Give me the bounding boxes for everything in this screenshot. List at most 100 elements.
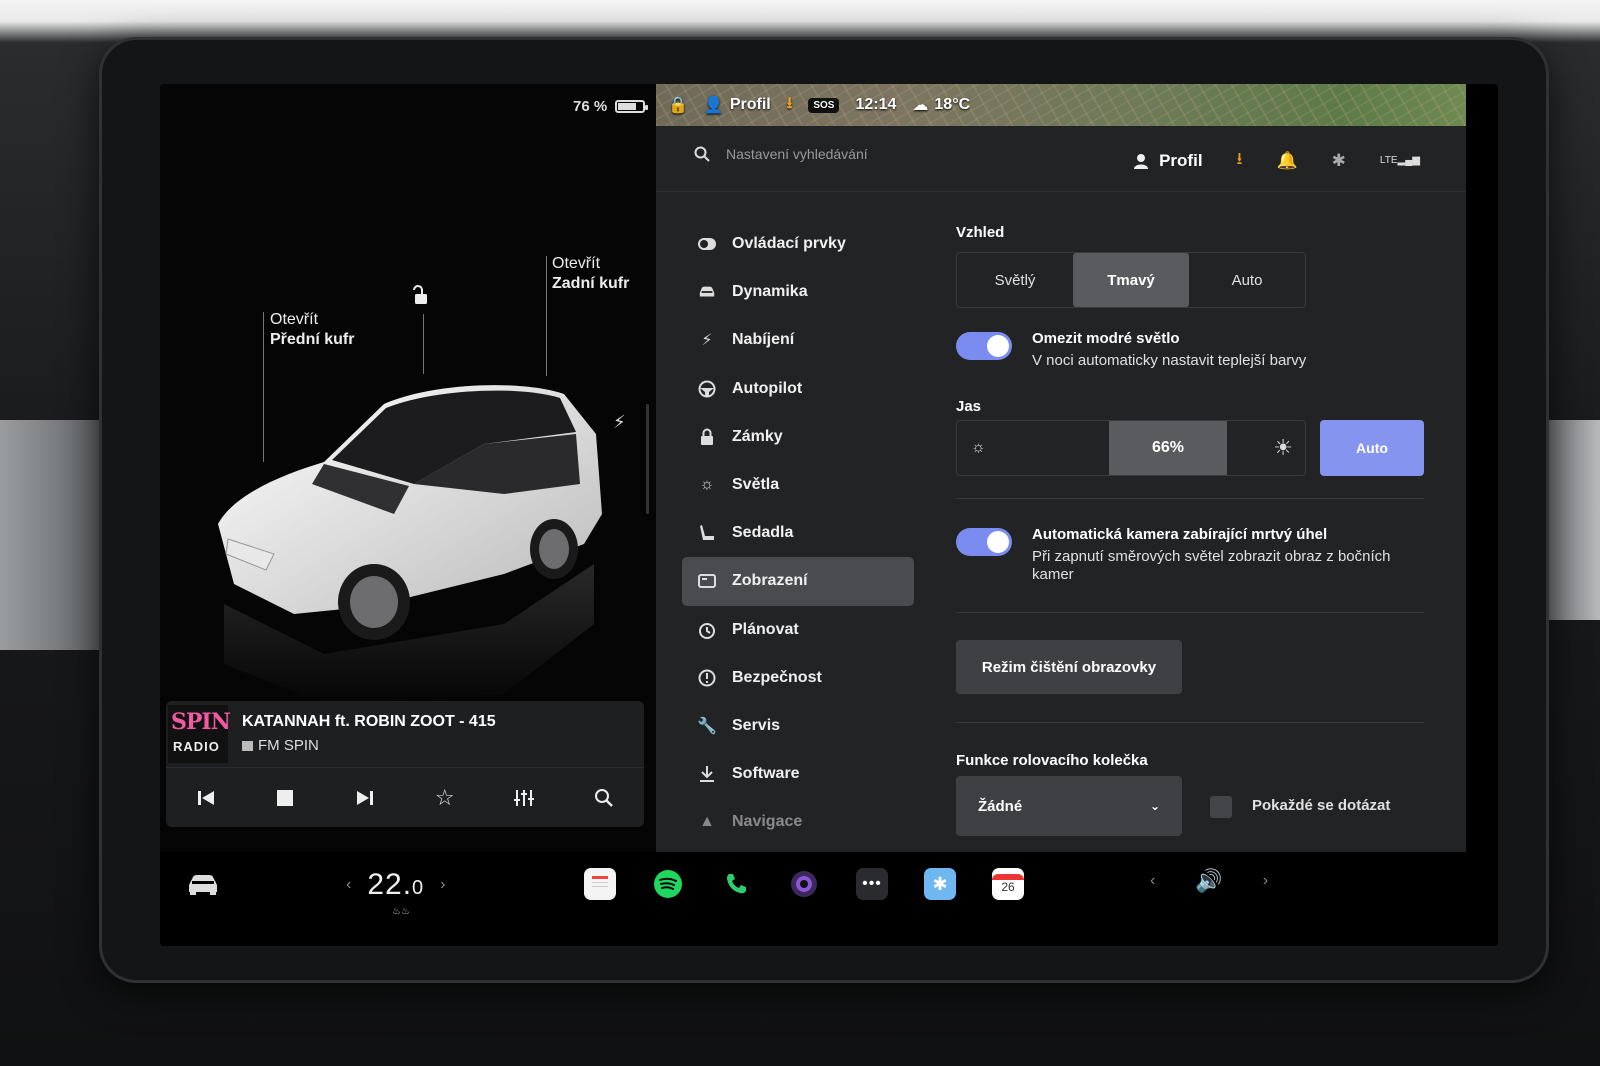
more-icon[interactable]: ••• xyxy=(856,868,888,900)
brightness-slider[interactable]: ☼ 66% ☀ xyxy=(956,420,1306,476)
alarm-icon xyxy=(698,621,716,639)
brightness-auto-button[interactable]: Auto xyxy=(1320,420,1424,476)
front-trunk-callout[interactable]: Otevřít Přední kufr xyxy=(270,310,354,350)
scroll-wheel-value: Žádné xyxy=(978,797,1023,815)
divider xyxy=(956,722,1424,723)
profile-status[interactable]: 👤 Profil xyxy=(704,95,771,115)
nav-item-dynamics[interactable]: Dynamika xyxy=(682,268,914,316)
rear-trunk-callout[interactable]: Otevřít Zadní kufr xyxy=(552,254,629,294)
clock: 12:14 xyxy=(855,96,897,113)
equalizer-icon[interactable] xyxy=(508,782,540,814)
battery-status: 76 % xyxy=(573,98,649,115)
nav-item-safety[interactable]: Bezpečnost xyxy=(682,654,914,702)
stop-icon[interactable] xyxy=(269,782,301,814)
nav-label-schedule: Plánovat xyxy=(732,620,799,638)
chevron-down-icon: ⌄ xyxy=(1149,799,1160,813)
phone-icon[interactable] xyxy=(720,868,752,900)
media-search-icon[interactable] xyxy=(588,782,620,814)
nav-item-display[interactable]: Zobrazení xyxy=(682,557,914,606)
lte-signal-icon: LTE▂▄▆ xyxy=(1379,155,1420,166)
notes-icon[interactable] xyxy=(584,868,616,900)
car-controls-icon[interactable] xyxy=(186,872,220,896)
bell-icon[interactable]: 🔔 xyxy=(1277,151,1298,171)
nav-item-locks[interactable]: Zámky xyxy=(682,413,914,461)
nav-label-autopilot: Autopilot xyxy=(732,379,803,397)
toggle-icon xyxy=(698,235,716,253)
download-icon[interactable]: ⭳ xyxy=(1237,146,1243,175)
climate-temperature: ‹ 22.0 › xyxy=(346,868,446,902)
ask-every-time-checkbox[interactable] xyxy=(1210,796,1232,818)
blindspot-camera-title: Automatická kamera zabírající mrtvý úhel xyxy=(1032,526,1328,543)
appearance-light-option[interactable]: Světlý xyxy=(957,253,1073,307)
volume-down-icon[interactable]: ‹ xyxy=(1150,872,1155,890)
background-left xyxy=(0,420,110,650)
camera-icon[interactable] xyxy=(788,868,820,900)
nav-item-charging[interactable]: ⚡ Nabíjení xyxy=(682,316,914,364)
previous-track-icon[interactable] xyxy=(190,782,222,814)
blue-light-toggle[interactable] xyxy=(956,332,1012,360)
lock-status-icon[interactable]: 🔒 xyxy=(668,95,688,115)
nav-label-lights: Světla xyxy=(732,476,780,494)
station-name: FM SPIN xyxy=(242,737,319,754)
seat-heater-icon[interactable]: ♨♨ xyxy=(392,906,410,917)
screen-clean-mode-button[interactable]: Režim čištění obrazovky xyxy=(956,640,1182,694)
blindspot-camera-toggle[interactable] xyxy=(956,528,1012,556)
lock-leader xyxy=(423,314,424,374)
steering-wheel-icon xyxy=(698,380,716,398)
sos-button[interactable]: SOS xyxy=(808,97,840,113)
settings-panel: 🔒 👤 Profil ⭳ SOS 12:14 ☁ 18°C Nastavení vy… xyxy=(656,84,1466,852)
station-logo: SPIN RADIO xyxy=(168,705,231,763)
calendar-icon[interactable]: 26 xyxy=(992,868,1024,900)
rear-trunk-leader xyxy=(546,256,547,376)
nav-label-service: Servis xyxy=(732,716,781,734)
profile-label: Profil xyxy=(1159,150,1203,170)
next-track-icon[interactable] xyxy=(349,782,381,814)
scroll-wheel-title: Funkce rolovacího kolečka xyxy=(956,752,1148,769)
bluetooth-icon[interactable]: ✱ xyxy=(924,868,956,900)
calendar-day: 26 xyxy=(1001,880,1015,894)
brightness-thumb[interactable]: 66% xyxy=(1109,421,1227,475)
nav-item-software[interactable]: Software xyxy=(682,750,914,798)
brightness-high-icon: ☀ xyxy=(1273,435,1293,460)
bluetooth-icon[interactable]: ✱ xyxy=(1332,151,1346,171)
nav-item-lights[interactable]: ☼ Světla xyxy=(682,461,914,509)
search-placeholder: Nastavení vyhledávání xyxy=(726,146,868,162)
nav-label-dynamics: Dynamika xyxy=(732,283,808,301)
nav-label-controls: Ovládací prvky xyxy=(732,235,846,253)
now-playing[interactable]: SPIN RADIO KATANNAH ft. ROBIN ZOOT - 415… xyxy=(166,701,644,765)
profile-button[interactable]: Profil xyxy=(1133,150,1203,171)
nav-item-controls[interactable]: Ovládací prvky xyxy=(682,220,914,268)
status-bar: 🔒 👤 Profil ⭳ SOS 12:14 ☁ 18°C xyxy=(656,84,970,126)
charge-port-icon[interactable]: ⚡ xyxy=(613,412,626,433)
appearance-auto-option[interactable]: Auto xyxy=(1189,253,1305,307)
front-trunk-action: Otevřít xyxy=(270,311,319,328)
temp-increase-icon[interactable]: › xyxy=(440,876,445,894)
spotify-icon[interactable] xyxy=(652,868,684,900)
brightness-low-icon: ☼ xyxy=(971,439,986,456)
background-right xyxy=(1540,420,1600,620)
settings-search[interactable]: Nastavení vyhledávání xyxy=(694,146,868,162)
temperature-display[interactable]: 22.0 xyxy=(367,868,424,902)
speaker-icon[interactable]: 🔊 xyxy=(1195,868,1222,894)
unlock-icon[interactable] xyxy=(410,284,430,306)
divider xyxy=(956,498,1424,499)
nav-item-seats[interactable]: Sedadla xyxy=(682,509,914,557)
media-player: SPIN RADIO KATANNAH ft. ROBIN ZOOT - 415… xyxy=(166,701,644,827)
blue-light-title: Omezit modré světlo xyxy=(1032,330,1180,347)
nav-item-schedule[interactable]: Plánovat xyxy=(682,606,914,654)
scroll-wheel-dropdown[interactable]: Žádné ⌄ xyxy=(956,776,1182,836)
blindspot-desc-line-1: Při zapnutí směrových světel zobrazit ob… xyxy=(1032,548,1391,565)
nav-item-autopilot[interactable]: Autopilot xyxy=(682,365,914,413)
download-status-icon[interactable]: ⭳ xyxy=(787,92,793,119)
sun-icon: ☼ xyxy=(699,476,715,494)
panel-resize-handle[interactable] xyxy=(646,404,649,514)
alert-circle-icon xyxy=(698,669,716,687)
appearance-dark-option[interactable]: Tmavý xyxy=(1073,253,1189,307)
person-icon xyxy=(1134,153,1149,169)
favorite-star-icon[interactable]: ☆ xyxy=(429,782,461,814)
volume-up-icon[interactable]: › xyxy=(1263,872,1268,890)
nav-item-service[interactable]: 🔧 Servis xyxy=(682,702,914,750)
settings-nav: Ovládací prvky Dynamika ⚡ Nabíjení Autopi… xyxy=(682,220,914,846)
temp-decrease-icon[interactable]: ‹ xyxy=(346,876,351,894)
nav-item-navigation[interactable]: ▲ Navigace xyxy=(682,798,914,846)
